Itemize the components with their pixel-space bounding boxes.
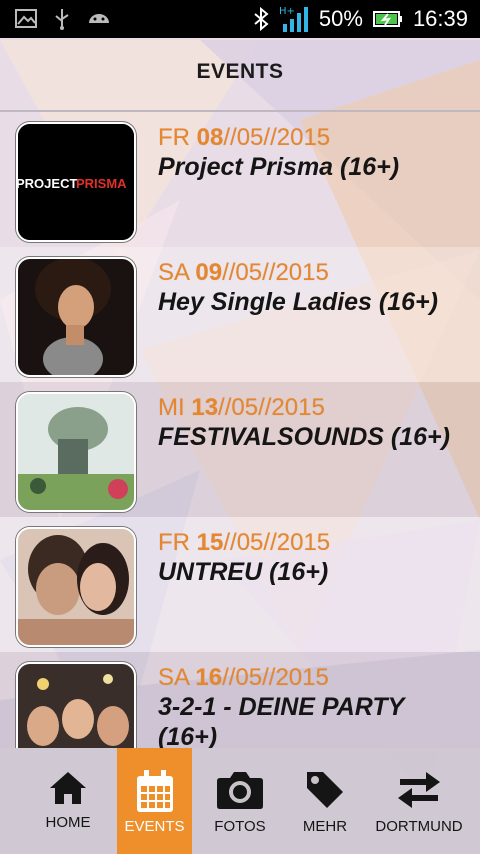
home-icon [50,772,86,804]
nav-label: DORTMUND [375,818,463,835]
android-icon [86,7,112,31]
battery-percent: 50% [318,6,363,31]
event-item[interactable]: MI 13//05//2015 FESTIVALSOUNDS (16+) [0,382,480,517]
event-item[interactable]: PROJECT PRISMA FR 08//05//2015 Project P… [0,112,480,247]
status-bar: H+ 50% 16:39 [0,0,480,38]
signal-icon: H+ [279,4,309,34]
event-date: SA 16//05//2015 [158,664,329,691]
battery-charging-icon [372,10,403,28]
calendar-icon [136,770,173,812]
festival-landscape-photo [18,394,134,510]
camera-icon [217,772,263,809]
nav-label: EVENTS [124,818,185,835]
nav-label: FOTOS [214,818,266,835]
usb-icon [52,7,72,31]
nav-home[interactable]: HOME [27,748,109,854]
project-prisma-logo: PROJECT PRISMA [18,124,134,240]
page-title: EVENTS [196,60,284,83]
event-item[interactable]: SA 09//05//2015 Hey Single Ladies (16+) [0,247,480,382]
event-item[interactable]: FR 15//05//2015 UNTREU (16+) [0,517,480,652]
event-thumbnail [16,527,136,647]
nav-events[interactable]: EVENTS [117,748,192,854]
swap-icon [398,772,440,808]
event-date: FR 08//05//2015 [158,124,331,151]
event-date: MI 13//05//2015 [158,394,325,421]
event-thumbnail [16,662,136,748]
app-header: EVENTS [0,38,480,110]
event-thumbnail [16,257,136,377]
event-title: FESTIVALSOUNDS (16+) [158,423,450,451]
nav-fotos[interactable]: FOTOS [202,748,278,854]
event-list: PROJECT PRISMA FR 08//05//2015 Project P… [0,112,480,748]
event-title: UNTREU (16+) [158,558,329,586]
clock: 16:39 [412,6,468,31]
event-title: 3-2-1 - DEINE PARTY (16+) [158,693,404,748]
network-type-label: H+ [279,6,295,17]
bluetooth-icon [253,7,269,31]
event-item[interactable]: SA 16//05//2015 3-2-1 - DEINE PARTY (16+… [0,652,480,748]
nav-label: MEHR [302,818,348,835]
event-thumbnail: PROJECT PRISMA [16,122,136,242]
bottom-nav: HOME EVENTS FOTOS MEHR DORTMUND [0,748,480,854]
woman-photo [18,259,134,375]
header-divider [0,110,480,112]
event-title: Project Prisma (16+) [158,153,400,181]
tag-icon [307,772,343,808]
couple-photo [18,529,134,645]
nav-mehr[interactable]: MEHR [290,748,360,854]
gallery-notification-icon [14,7,38,31]
event-thumbnail [16,392,136,512]
event-title: Hey Single Ladies (16+) [158,288,438,316]
svg-text:PRISMA: PRISMA [76,176,127,191]
nav-label: HOME [45,814,91,831]
event-date: SA 09//05//2015 [158,259,329,286]
svg-text:PROJECT: PROJECT [18,176,77,191]
event-date: FR 15//05//2015 [158,529,331,556]
party-photo [18,664,134,748]
nav-dortmund[interactable]: DORTMUND [372,748,466,854]
